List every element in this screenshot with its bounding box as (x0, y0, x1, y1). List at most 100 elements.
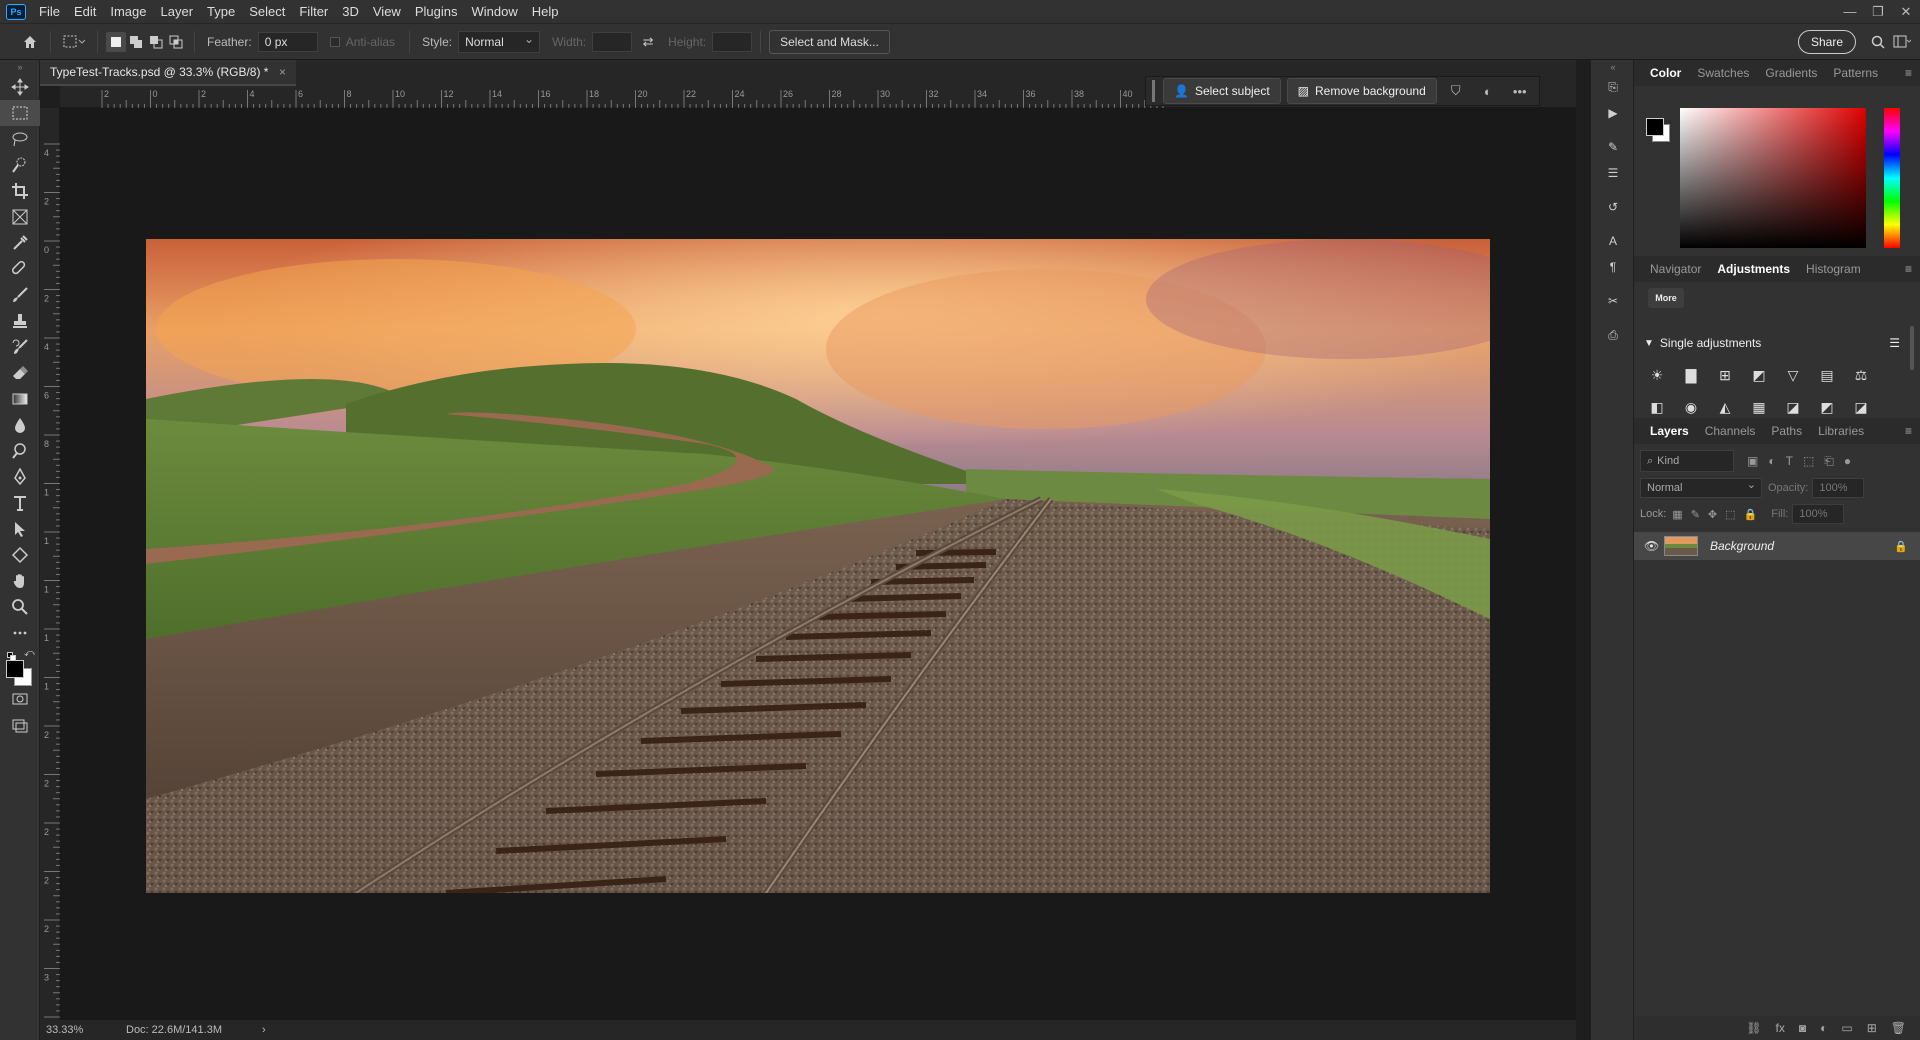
select-subject-button[interactable]: 👤 Select subject (1163, 78, 1281, 104)
hue-slider[interactable] (1884, 108, 1900, 248)
layer-name[interactable]: Background (1710, 539, 1774, 553)
tab-adjustments[interactable]: Adjustments (1709, 256, 1798, 282)
intersect-selection-icon[interactable] (166, 32, 186, 52)
screen-mode-icon[interactable] (0, 712, 40, 738)
add-mask-icon[interactable]: ◙ (1799, 1021, 1806, 1035)
levels-icon[interactable]: ▇ (1674, 360, 1708, 390)
lock-transparency-icon[interactable]: ▦ (1672, 508, 1682, 521)
color-panel-menu-icon[interactable]: ≡ (1905, 66, 1912, 80)
tab-color[interactable]: Color (1642, 60, 1689, 86)
status-expand-icon[interactable]: › (262, 1024, 266, 1036)
single-adjustments-header[interactable]: ▼ Single adjustments ☰ (1644, 336, 1914, 350)
character-panel-icon[interactable]: A (1591, 228, 1635, 254)
tab-channels[interactable]: Channels (1697, 418, 1764, 444)
adjustment-icon[interactable]: ◐ (1475, 81, 1501, 101)
menu-image[interactable]: Image (103, 0, 153, 23)
path-selection-tool-icon[interactable] (0, 516, 40, 542)
feather-input[interactable]: 0 px (257, 31, 318, 52)
workspace-icon[interactable] (1892, 32, 1912, 52)
menu-window[interactable]: Window (464, 0, 524, 23)
delete-layer-icon[interactable]: 🗑 (1891, 1021, 1906, 1035)
layer-visibility-eye-icon[interactable]: 👁 (1644, 539, 1664, 553)
tab-swatches[interactable]: Swatches (1689, 60, 1757, 86)
clone-source-icon[interactable]: ⎙ (1591, 322, 1635, 348)
filter-pixel-icon[interactable]: ▣ (1747, 454, 1758, 468)
menu-help[interactable]: Help (525, 0, 566, 23)
marquee-tool-preset-icon[interactable] (59, 32, 89, 52)
lock-all-icon[interactable]: 🔒 (1744, 508, 1758, 521)
foreground-color-swatch[interactable] (6, 660, 24, 678)
hue-saturation-icon[interactable]: ▤ (1810, 360, 1844, 390)
blend-mode-select[interactable]: Normal (1640, 476, 1762, 498)
toolbar-collapse-icon[interactable]: » (0, 60, 40, 74)
move-tool-icon[interactable] (0, 74, 40, 100)
blur-tool-icon[interactable] (0, 412, 40, 438)
layer-lock-icon[interactable]: 🔒 (1894, 540, 1908, 553)
filter-smart-object-icon[interactable]: ⎗ (1824, 454, 1834, 469)
black-white-icon[interactable]: ◧ (1640, 392, 1674, 415)
adjustments-more-button[interactable]: More (1648, 288, 1684, 308)
share-button[interactable]: Share (1797, 29, 1856, 54)
filter-type-icon[interactable]: T (1786, 454, 1793, 468)
link-layers-icon[interactable]: ⛓ (1746, 1021, 1761, 1035)
menu-file[interactable]: File (32, 0, 67, 23)
crop-tool-icon[interactable] (0, 178, 40, 204)
antialias-checkbox[interactable] (328, 32, 342, 52)
more-tools-icon[interactable] (0, 620, 40, 646)
opacity-input[interactable]: 100% (1812, 478, 1865, 498)
width-input[interactable] (592, 31, 633, 52)
more-options-button[interactable]: ••• (1507, 81, 1533, 101)
selection-mask-icon[interactable]: ⛉ (1443, 81, 1469, 101)
menu-type[interactable]: Type (200, 0, 242, 23)
menu-select[interactable]: Select (242, 0, 292, 23)
quick-mask-icon[interactable] (0, 686, 40, 712)
channel-mixer-icon[interactable]: ◭ (1708, 392, 1742, 415)
filter-adjustment-icon[interactable]: ◐ (1768, 454, 1775, 468)
invert-icon[interactable]: ◪ (1776, 392, 1810, 415)
eraser-tool-icon[interactable] (0, 360, 40, 386)
tab-histogram[interactable]: Histogram (1798, 256, 1869, 282)
brushes-panel-icon[interactable]: ✎ (1591, 134, 1635, 160)
gradient-tool-icon[interactable] (0, 386, 40, 412)
vertical-ruler[interactable]: 4202468111112222233 (40, 108, 60, 1036)
tab-gradients[interactable]: Gradients (1757, 60, 1825, 86)
menu-filter[interactable]: Filter (292, 0, 335, 23)
filter-shape-icon[interactable]: ⬚ (1803, 454, 1814, 468)
posterize-icon[interactable]: ◩ (1810, 392, 1844, 415)
color-lookup-icon[interactable]: ▦ (1742, 392, 1776, 415)
tab-patterns[interactable]: Patterns (1825, 60, 1886, 86)
tab-libraries[interactable]: Libraries (1810, 418, 1872, 444)
menu-layer[interactable]: Layer (154, 0, 201, 23)
color-panel-foreground-swatch[interactable] (1646, 118, 1664, 136)
menu-3d[interactable]: 3D (335, 0, 366, 23)
history-panel-icon[interactable]: ⎘ (1591, 74, 1635, 100)
history-brush-tool-icon[interactable] (0, 334, 40, 360)
brightness-contrast-icon[interactable]: ☀ (1640, 360, 1674, 390)
hand-tool-icon[interactable] (0, 568, 40, 594)
close-document-icon[interactable]: × (279, 65, 286, 79)
new-selection-icon[interactable] (106, 31, 126, 52)
restore-button[interactable]: ❐ (1864, 4, 1892, 20)
rectangular-marquee-tool-icon[interactable] (0, 100, 40, 126)
lock-pixels-icon[interactable]: ✎ (1691, 508, 1700, 521)
adjustments-scrollbar[interactable] (1910, 326, 1914, 370)
canvas-area[interactable] (60, 108, 1576, 1020)
layer-style-icon[interactable]: fx (1776, 1021, 1785, 1035)
tool-presets-icon[interactable]: ✂ (1591, 288, 1635, 314)
zoom-tool-icon[interactable] (0, 594, 40, 620)
tab-paths[interactable]: Paths (1763, 418, 1810, 444)
new-adjustment-layer-icon[interactable]: ◐ (1820, 1021, 1827, 1035)
tab-layers[interactable]: Layers (1642, 418, 1697, 444)
layers-panel-menu-icon[interactable]: ≡ (1905, 424, 1912, 438)
clone-stamp-tool-icon[interactable] (0, 308, 40, 334)
type-tool-icon[interactable] (0, 490, 40, 516)
remove-background-button[interactable]: ▨ Remove background (1286, 78, 1437, 104)
layer-kind-filter[interactable]: ⌕ Kind (1640, 450, 1734, 472)
lock-artboard-icon[interactable]: ⬚ (1725, 508, 1735, 521)
menu-view[interactable]: View (366, 0, 408, 23)
tab-navigator[interactable]: Navigator (1642, 256, 1709, 282)
adjustments-panel-menu-icon[interactable]: ≡ (1905, 262, 1912, 276)
close-button[interactable]: ✕ (1892, 4, 1920, 20)
vibrance-icon[interactable]: ▽ (1776, 360, 1810, 390)
home-icon[interactable] (18, 32, 42, 52)
